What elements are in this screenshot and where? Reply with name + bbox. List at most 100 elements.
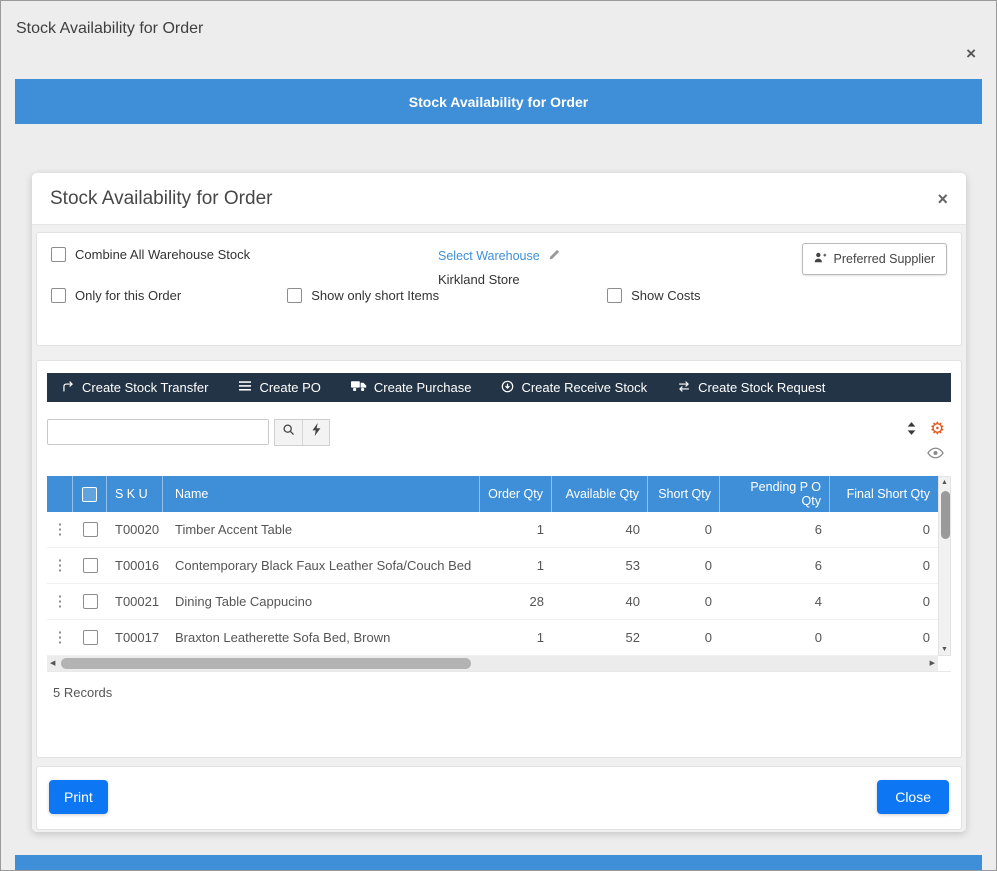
grid-tools: ⚙ bbox=[906, 420, 945, 459]
column-header-name[interactable]: Name bbox=[163, 476, 480, 512]
stock-grid: S K U Name Order Qty Available Qty Short… bbox=[47, 476, 951, 671]
combine-all-warehouse-stock-option[interactable]: Combine All Warehouse Stock bbox=[51, 247, 250, 262]
create-purchase-label: Create Purchase bbox=[373, 380, 472, 395]
row-checkbox[interactable] bbox=[82, 630, 98, 645]
window-close-icon[interactable]: × bbox=[966, 45, 976, 62]
show-only-short-items-option[interactable]: Show only short Items bbox=[287, 288, 439, 303]
vertical-scrollbar-thumb[interactable] bbox=[941, 491, 950, 539]
cell-order-qty: 1 bbox=[536, 522, 544, 537]
create-receive-stock-label: Create Receive Stock bbox=[521, 380, 648, 395]
dialog-window: Stock Availability for Order × Stock Ava… bbox=[0, 0, 997, 871]
column-header-order-qty[interactable]: Order Qty bbox=[480, 476, 552, 512]
modal-title: Stock Availability for Order bbox=[50, 187, 273, 209]
cell-final-short-qty: 0 bbox=[922, 630, 930, 645]
create-stock-request-button[interactable]: Create Stock Request bbox=[677, 380, 825, 396]
window-title: Stock Availability for Order bbox=[16, 20, 204, 37]
column-header-pending-po-qty[interactable]: Pending P O Qty bbox=[720, 476, 830, 512]
preferred-supplier-label: Preferred Supplier bbox=[833, 252, 935, 266]
preferred-supplier-button[interactable]: Preferred Supplier bbox=[801, 243, 947, 275]
modal-close-icon[interactable]: × bbox=[937, 190, 948, 208]
show-costs-label: Show Costs bbox=[631, 288, 701, 303]
row-menu-icon[interactable]: ⋮ bbox=[53, 522, 68, 537]
cell-final-short-qty: 0 bbox=[922, 558, 930, 573]
modal-header: Stock Availability for Order × bbox=[32, 173, 966, 225]
show-costs-option[interactable]: Show Costs bbox=[607, 288, 700, 303]
actions-toolbar: Create Stock Transfer Create PO Create P… bbox=[47, 373, 951, 402]
cell-order-qty: 28 bbox=[529, 594, 544, 609]
cell-final-short-qty: 0 bbox=[922, 522, 930, 537]
show-only-short-items-label: Show only short Items bbox=[311, 288, 440, 303]
eye-icon[interactable] bbox=[927, 447, 944, 459]
search-buttons bbox=[274, 418, 330, 446]
row-checkbox[interactable] bbox=[82, 522, 98, 537]
cell-name: Timber Accent Table bbox=[175, 522, 293, 537]
modal-footer: Print Close bbox=[36, 766, 962, 830]
cell-short-qty: 0 bbox=[704, 630, 712, 645]
filters-panel: Combine All Warehouse Stock Select Wareh… bbox=[36, 232, 962, 346]
search-icon bbox=[282, 423, 295, 441]
cell-name: Contemporary Black Faux Leather Sofa/Cou… bbox=[175, 558, 472, 573]
column-header-short-qty[interactable]: Short Qty bbox=[648, 476, 720, 512]
close-button[interactable]: Close bbox=[877, 780, 949, 814]
table-row: ⋮ T00021 Dining Table Cappucino 28 40 0 … bbox=[47, 584, 938, 620]
only-for-this-order-checkbox[interactable] bbox=[51, 288, 66, 303]
row-checkbox[interactable] bbox=[82, 594, 98, 609]
select-warehouse-link[interactable]: Select Warehouse bbox=[438, 249, 560, 264]
edit-pencil-icon[interactable] bbox=[548, 249, 560, 264]
search-input[interactable] bbox=[47, 419, 269, 445]
modal-body: Combine All Warehouse Stock Select Wareh… bbox=[32, 225, 966, 832]
create-stock-request-label: Create Stock Request bbox=[698, 380, 826, 395]
show-only-short-items-checkbox[interactable] bbox=[287, 288, 303, 303]
truck-icon bbox=[350, 380, 367, 395]
cell-available-qty: 53 bbox=[625, 558, 640, 573]
cell-final-short-qty: 0 bbox=[922, 594, 930, 609]
stock-availability-modal: Stock Availability for Order × Combine A… bbox=[32, 173, 966, 832]
create-purchase-button[interactable]: Create Purchase bbox=[350, 380, 472, 395]
row-menu-icon[interactable]: ⋮ bbox=[53, 558, 68, 573]
row-checkbox[interactable] bbox=[82, 558, 98, 573]
lightning-bolt-icon bbox=[311, 423, 322, 441]
show-costs-checkbox[interactable] bbox=[607, 288, 623, 303]
sort-icon[interactable] bbox=[906, 421, 917, 436]
cell-short-qty: 0 bbox=[704, 558, 712, 573]
quick-filter-button[interactable] bbox=[302, 419, 329, 445]
cell-order-qty: 1 bbox=[536, 630, 544, 645]
combine-all-warehouse-stock-checkbox[interactable] bbox=[51, 247, 66, 262]
scroll-left-icon[interactable]: ◀ bbox=[50, 660, 55, 667]
create-stock-transfer-button[interactable]: Create Stock Transfer bbox=[61, 380, 208, 396]
search-button[interactable] bbox=[275, 420, 302, 445]
vertical-scrollbar[interactable]: ▲ ▼ bbox=[938, 476, 951, 656]
column-header-final-short-qty[interactable]: Final Short Qty bbox=[830, 476, 938, 512]
horizontal-scrollbar[interactable]: ◀ ▶ bbox=[47, 656, 938, 671]
table-row: ⋮ T00020 Timber Accent Table 1 40 0 6 0 bbox=[47, 512, 938, 548]
scroll-up-icon[interactable]: ▲ bbox=[941, 479, 948, 486]
row-menu-icon[interactable]: ⋮ bbox=[53, 630, 68, 645]
cell-available-qty: 40 bbox=[625, 522, 640, 537]
swap-arrows-icon bbox=[677, 380, 691, 396]
top-banner-title: Stock Availability for Order bbox=[408, 93, 589, 110]
select-all-checkbox[interactable] bbox=[82, 486, 97, 502]
create-po-button[interactable]: Create PO bbox=[238, 380, 321, 395]
selected-warehouse-name: Kirkland Store bbox=[438, 272, 520, 287]
gear-icon[interactable]: ⚙ bbox=[930, 420, 945, 437]
column-header-select bbox=[73, 476, 107, 512]
scroll-right-icon[interactable]: ▶ bbox=[930, 660, 935, 667]
cell-short-qty: 0 bbox=[704, 594, 712, 609]
top-banner: Stock Availability for Order bbox=[15, 79, 982, 124]
horizontal-scrollbar-thumb[interactable] bbox=[61, 658, 471, 669]
cell-available-qty: 52 bbox=[625, 630, 640, 645]
scroll-down-icon[interactable]: ▼ bbox=[941, 646, 948, 653]
table-header-row: S K U Name Order Qty Available Qty Short… bbox=[47, 476, 938, 512]
cell-sku: T00021 bbox=[115, 594, 160, 609]
only-for-this-order-option[interactable]: Only for this Order bbox=[51, 288, 181, 303]
list-icon bbox=[238, 380, 252, 395]
column-header-available-qty[interactable]: Available Qty bbox=[552, 476, 648, 512]
cell-name: Dining Table Cappucino bbox=[175, 594, 313, 609]
records-count: 5 Records bbox=[47, 671, 951, 700]
column-header-sku[interactable]: S K U bbox=[107, 476, 163, 512]
table-row: ⋮ T00017 Braxton Leatherette Sofa Bed, B… bbox=[47, 620, 938, 656]
create-receive-stock-button[interactable]: Create Receive Stock bbox=[501, 380, 647, 396]
row-menu-icon[interactable]: ⋮ bbox=[53, 594, 68, 609]
cell-pending-po-qty: 4 bbox=[814, 594, 822, 609]
print-button[interactable]: Print bbox=[49, 780, 108, 814]
